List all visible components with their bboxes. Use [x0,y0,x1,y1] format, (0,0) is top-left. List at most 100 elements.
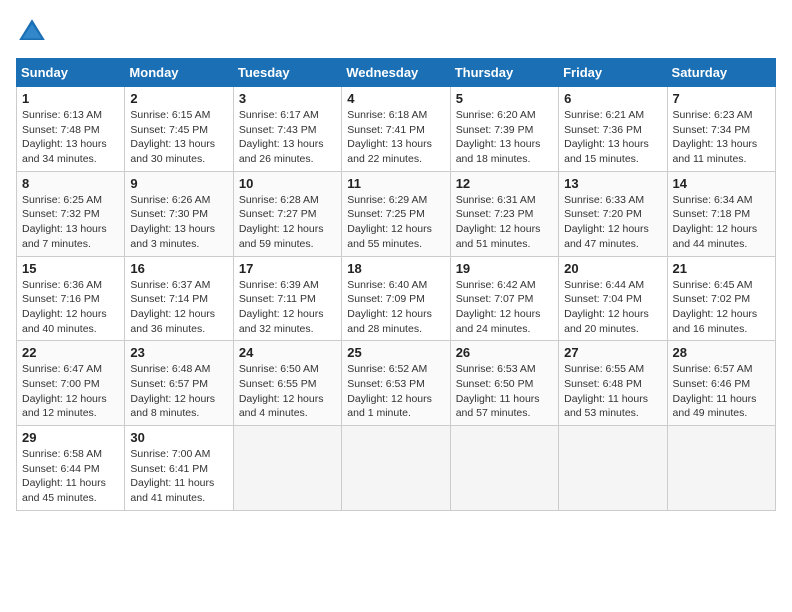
day-number: 19 [456,261,553,276]
day-number: 11 [347,176,444,191]
calendar-cell [667,426,775,511]
calendar-header-monday: Monday [125,59,233,87]
day-number: 1 [22,91,119,106]
day-info: Sunrise: 6:13 AM Sunset: 7:48 PM Dayligh… [22,108,119,167]
day-info: Sunrise: 6:55 AM Sunset: 6:48 PM Dayligh… [564,362,661,421]
calendar-header-row: SundayMondayTuesdayWednesdayThursdayFrid… [17,59,776,87]
calendar-cell: 13 Sunrise: 6:33 AM Sunset: 7:20 PM Dayli… [559,171,667,256]
calendar-cell: 29 Sunrise: 6:58 AM Sunset: 6:44 PM Dayli… [17,426,125,511]
day-number: 28 [673,345,770,360]
day-number: 18 [347,261,444,276]
calendar-cell: 11 Sunrise: 6:29 AM Sunset: 7:25 PM Dayli… [342,171,450,256]
calendar-cell: 6 Sunrise: 6:21 AM Sunset: 7:36 PM Daylig… [559,87,667,172]
calendar-cell [342,426,450,511]
day-info: Sunrise: 6:40 AM Sunset: 7:09 PM Dayligh… [347,278,444,337]
day-number: 6 [564,91,661,106]
day-info: Sunrise: 6:36 AM Sunset: 7:16 PM Dayligh… [22,278,119,337]
day-number: 15 [22,261,119,276]
day-number: 22 [22,345,119,360]
calendar-cell: 18 Sunrise: 6:40 AM Sunset: 7:09 PM Dayli… [342,256,450,341]
day-info: Sunrise: 6:20 AM Sunset: 7:39 PM Dayligh… [456,108,553,167]
day-info: Sunrise: 6:58 AM Sunset: 6:44 PM Dayligh… [22,447,119,506]
day-info: Sunrise: 6:29 AM Sunset: 7:25 PM Dayligh… [347,193,444,252]
calendar-cell [450,426,558,511]
calendar-cell: 3 Sunrise: 6:17 AM Sunset: 7:43 PM Daylig… [233,87,341,172]
calendar-cell: 27 Sunrise: 6:55 AM Sunset: 6:48 PM Dayli… [559,341,667,426]
calendar-cell: 12 Sunrise: 6:31 AM Sunset: 7:23 PM Dayli… [450,171,558,256]
calendar-cell [233,426,341,511]
calendar-cell: 26 Sunrise: 6:53 AM Sunset: 6:50 PM Dayli… [450,341,558,426]
day-number: 25 [347,345,444,360]
calendar-cell: 15 Sunrise: 6:36 AM Sunset: 7:16 PM Dayli… [17,256,125,341]
calendar-cell: 25Sunrise: 6:52 AM Sunset: 6:53 PM Dayli… [342,341,450,426]
day-info: Sunrise: 6:23 AM Sunset: 7:34 PM Dayligh… [673,108,770,167]
day-number: 13 [564,176,661,191]
day-info: Sunrise: 6:15 AM Sunset: 7:45 PM Dayligh… [130,108,227,167]
day-number: 8 [22,176,119,191]
day-info: Sunrise: 6:42 AM Sunset: 7:07 PM Dayligh… [456,278,553,337]
day-info: Sunrise: 7:00 AM Sunset: 6:41 PM Dayligh… [130,447,227,506]
day-info: Sunrise: 6:26 AM Sunset: 7:30 PM Dayligh… [130,193,227,252]
calendar-week-row: 29 Sunrise: 6:58 AM Sunset: 6:44 PM Dayli… [17,426,776,511]
calendar-cell: 9 Sunrise: 6:26 AM Sunset: 7:30 PM Daylig… [125,171,233,256]
day-number: 20 [564,261,661,276]
calendar-cell: 8 Sunrise: 6:25 AM Sunset: 7:32 PM Daylig… [17,171,125,256]
calendar-cell: 16Sunrise: 6:37 AM Sunset: 7:14 PM Dayli… [125,256,233,341]
calendar-cell: 5 Sunrise: 6:20 AM Sunset: 7:39 PM Daylig… [450,87,558,172]
day-number: 30 [130,430,227,445]
day-info: Sunrise: 6:50 AM Sunset: 6:55 PM Dayligh… [239,362,336,421]
calendar-cell: 10 Sunrise: 6:28 AM Sunset: 7:27 PM Dayli… [233,171,341,256]
day-info: Sunrise: 6:33 AM Sunset: 7:20 PM Dayligh… [564,193,661,252]
day-info: Sunrise: 6:44 AM Sunset: 7:04 PM Dayligh… [564,278,661,337]
day-info: Sunrise: 6:47 AM Sunset: 7:00 PM Dayligh… [22,362,119,421]
calendar-cell: 7 Sunrise: 6:23 AM Sunset: 7:34 PM Daylig… [667,87,775,172]
day-info: Sunrise: 6:17 AM Sunset: 7:43 PM Dayligh… [239,108,336,167]
day-number: 7 [673,91,770,106]
calendar-cell: 30 Sunrise: 7:00 AM Sunset: 6:41 PM Dayli… [125,426,233,511]
day-number: 29 [22,430,119,445]
day-info: Sunrise: 6:53 AM Sunset: 6:50 PM Dayligh… [456,362,553,421]
day-number: 10 [239,176,336,191]
day-info: Sunrise: 6:25 AM Sunset: 7:32 PM Dayligh… [22,193,119,252]
day-info: Sunrise: 6:21 AM Sunset: 7:36 PM Dayligh… [564,108,661,167]
day-info: Sunrise: 6:28 AM Sunset: 7:27 PM Dayligh… [239,193,336,252]
calendar-week-row: 8 Sunrise: 6:25 AM Sunset: 7:32 PM Daylig… [17,171,776,256]
calendar-header-saturday: Saturday [667,59,775,87]
calendar-header-tuesday: Tuesday [233,59,341,87]
day-number: 14 [673,176,770,191]
calendar-cell: 21 Sunrise: 6:45 AM Sunset: 7:02 PM Dayli… [667,256,775,341]
day-info: Sunrise: 6:31 AM Sunset: 7:23 PM Dayligh… [456,193,553,252]
calendar-header-thursday: Thursday [450,59,558,87]
calendar-header-friday: Friday [559,59,667,87]
calendar-table: SundayMondayTuesdayWednesdayThursdayFrid… [16,58,776,511]
day-number: 21 [673,261,770,276]
day-number: 3 [239,91,336,106]
logo-icon [16,16,48,48]
day-number: 26 [456,345,553,360]
calendar-cell: 19 Sunrise: 6:42 AM Sunset: 7:07 PM Dayli… [450,256,558,341]
day-number: 27 [564,345,661,360]
calendar-week-row: 22 Sunrise: 6:47 AM Sunset: 7:00 PM Dayli… [17,341,776,426]
calendar-cell: 22 Sunrise: 6:47 AM Sunset: 7:00 PM Dayli… [17,341,125,426]
day-number: 9 [130,176,227,191]
day-info: Sunrise: 6:45 AM Sunset: 7:02 PM Dayligh… [673,278,770,337]
day-number: 2 [130,91,227,106]
calendar-cell: 4Sunrise: 6:18 AM Sunset: 7:41 PM Daylig… [342,87,450,172]
calendar-cell: 20 Sunrise: 6:44 AM Sunset: 7:04 PM Dayli… [559,256,667,341]
calendar-cell: 14 Sunrise: 6:34 AM Sunset: 7:18 PM Dayli… [667,171,775,256]
day-info: Sunrise: 6:37 AM Sunset: 7:14 PM Dayligh… [130,278,227,337]
logo [16,16,52,48]
calendar-cell: 17Sunrise: 6:39 AM Sunset: 7:11 PM Dayli… [233,256,341,341]
calendar-cell: 2 Sunrise: 6:15 AM Sunset: 7:45 PM Daylig… [125,87,233,172]
calendar-cell: 28 Sunrise: 6:57 AM Sunset: 6:46 PM Dayli… [667,341,775,426]
day-number: 23 [130,345,227,360]
day-number: 5 [456,91,553,106]
calendar-header-wednesday: Wednesday [342,59,450,87]
calendar-cell: 23Sunrise: 6:48 AM Sunset: 6:57 PM Dayli… [125,341,233,426]
calendar-cell: 1 Sunrise: 6:13 AM Sunset: 7:48 PM Daylig… [17,87,125,172]
day-info: Sunrise: 6:39 AM Sunset: 7:11 PM Dayligh… [239,278,336,337]
day-info: Sunrise: 6:57 AM Sunset: 6:46 PM Dayligh… [673,362,770,421]
day-info: Sunrise: 6:34 AM Sunset: 7:18 PM Dayligh… [673,193,770,252]
day-info: Sunrise: 6:18 AM Sunset: 7:41 PM Dayligh… [347,108,444,167]
day-number: 12 [456,176,553,191]
